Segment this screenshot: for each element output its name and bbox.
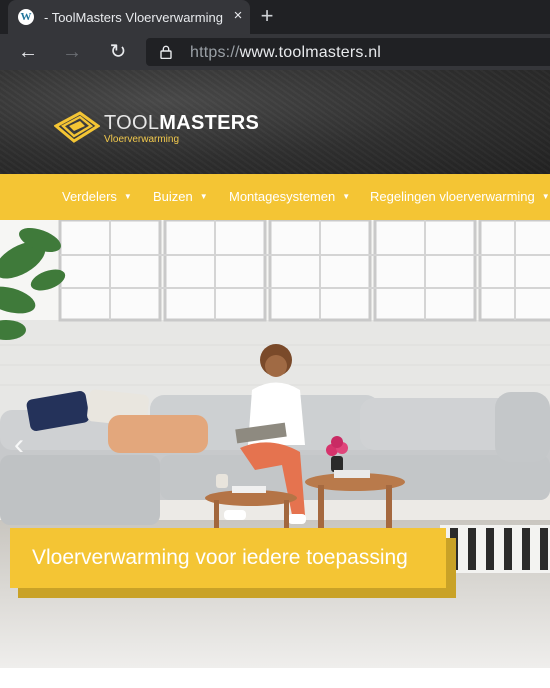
back-button[interactable]: ← bbox=[16, 40, 40, 64]
menu-item-buizen[interactable]: Buizen ▼ bbox=[153, 189, 208, 204]
chevron-down-icon: ▼ bbox=[123, 192, 132, 201]
url-text[interactable]: https://www.toolmasters.nl bbox=[190, 44, 381, 62]
tab-title: - ToolMasters Vloerverwarming bbox=[44, 10, 223, 25]
logo-mark-icon bbox=[54, 111, 100, 143]
chevron-down-icon: ▼ bbox=[541, 192, 550, 201]
hero-image bbox=[0, 220, 550, 668]
close-tab-icon[interactable]: × bbox=[230, 8, 246, 24]
menu-item-verdelers[interactable]: Verdelers ▼ bbox=[62, 189, 132, 204]
url-host: www.toolmasters.nl bbox=[239, 44, 382, 61]
hero-caption-box: Vloerverwarming voor iedere toepassing bbox=[10, 528, 446, 588]
wordpress-icon: W bbox=[18, 9, 34, 25]
chevron-down-icon: ▼ bbox=[199, 192, 208, 201]
reload-button[interactable]: ↻ bbox=[106, 40, 130, 64]
main-navigation: Verdelers ▼ Buizen ▼ Montagesystemen ▼ Rege… bbox=[0, 174, 550, 220]
logo-wordmark: TOOLMASTERS bbox=[104, 112, 260, 134]
address-bar[interactable]: https://www.toolmasters.nl bbox=[146, 38, 550, 66]
url-scheme: https:// bbox=[190, 44, 240, 61]
chevron-down-icon: ▼ bbox=[342, 192, 351, 201]
new-tab-button[interactable]: + bbox=[256, 5, 278, 28]
slider-prev-arrow[interactable]: ‹ bbox=[14, 430, 34, 460]
page-below-hero bbox=[0, 668, 550, 688]
hero-slider: ‹ Vloerverwarming voor iedere toepassing bbox=[0, 220, 550, 668]
menu-item-montagesystemen[interactable]: Montagesystemen ▼ bbox=[229, 189, 350, 204]
forward-button[interactable]: → bbox=[60, 40, 84, 64]
lock-icon bbox=[160, 45, 172, 59]
menu-item-regelingen[interactable]: Regelingen vloerverwarming ▼ bbox=[370, 189, 550, 204]
browser-tab[interactable]: W - ToolMasters Vloerverwarming × bbox=[8, 0, 250, 34]
site-header: TOOLMASTERS Vloerverwarming bbox=[0, 70, 550, 174]
logo-tagline: Vloerverwarming bbox=[104, 134, 180, 145]
site-logo[interactable]: TOOLMASTERS Vloerverwarming bbox=[54, 110, 259, 150]
hero-caption: Vloerverwarming voor iedere toepassing bbox=[32, 546, 408, 569]
browser-toolbar: ← → ↻ https://www.toolmasters.nl bbox=[0, 34, 550, 70]
browser-tab-bar: W - ToolMasters Vloerverwarming × + bbox=[0, 0, 550, 34]
